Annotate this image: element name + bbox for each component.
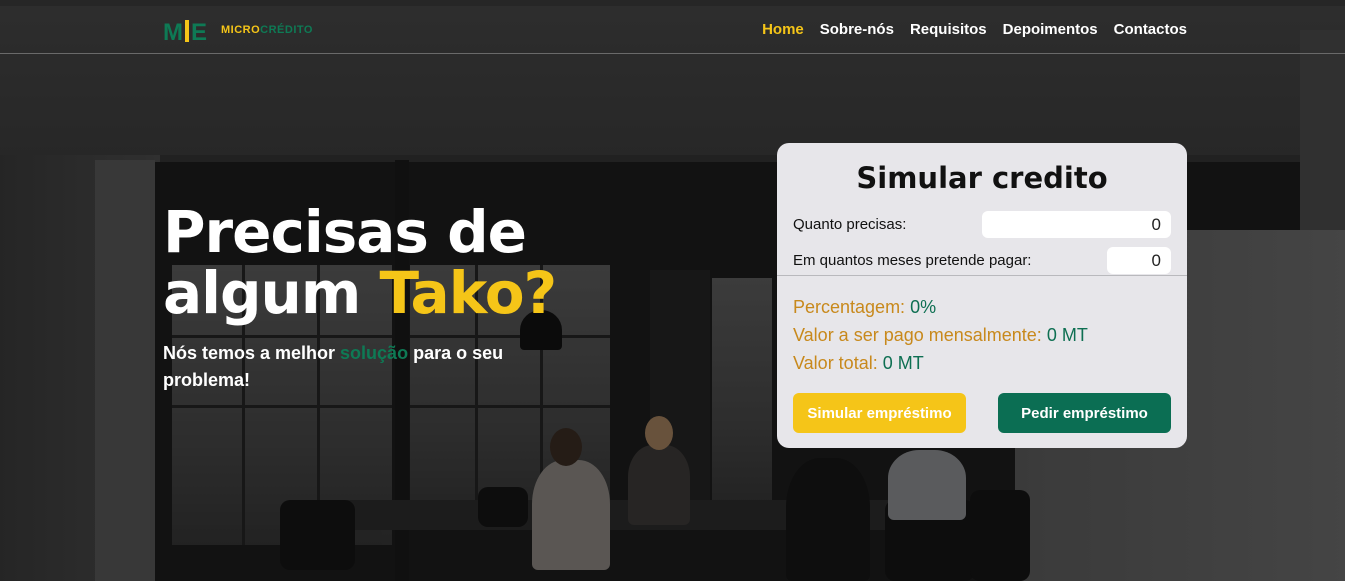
months-row: Em quantos meses pretende pagar: <box>793 247 1171 274</box>
top-strip <box>0 0 1345 6</box>
nav-requisitos[interactable]: Requisitos <box>910 21 987 38</box>
hero-title-line1: Precisas de <box>163 198 527 266</box>
hero-title: Precisas de algum Tako? <box>163 202 557 327</box>
hero-subtitle-highlight: solução <box>340 343 409 363</box>
logo-mark-m: M <box>163 19 183 46</box>
percentage-result: Percentagem: 0% <box>793 297 936 318</box>
simulator-divider <box>777 275 1187 276</box>
simulator-title: Simular credito <box>856 161 1108 195</box>
amount-input[interactable] <box>982 211 1171 238</box>
nav-sobre-nos[interactable]: Sobre-nós <box>820 21 894 38</box>
percentage-label: Percentagem: <box>793 297 911 317</box>
logo-mark-bar <box>185 20 189 42</box>
monthly-result: Valor a ser pago mensalmente: 0 MT <box>793 325 1088 346</box>
amount-row: Quanto precisas: <box>793 211 1171 238</box>
hero-title-line2: algum <box>163 259 380 327</box>
total-label: Valor total: <box>793 353 883 373</box>
monthly-label: Valor a ser pago mensalmente: <box>793 325 1047 345</box>
logo-text: MICROCRÉDITO <box>221 24 313 36</box>
nav-depoimentos[interactable]: Depoimentos <box>1003 21 1098 38</box>
logo-text-micro: MICRO <box>221 24 261 36</box>
hero-subtitle: Nós temos a melhor solução para o seu pr… <box>163 340 523 394</box>
months-label: Em quantos meses pretende pagar: <box>793 252 1032 269</box>
request-loan-button[interactable]: Pedir empréstimo <box>998 393 1171 433</box>
amount-label: Quanto precisas: <box>793 216 907 233</box>
monthly-value: 0 MT <box>1046 325 1088 345</box>
percentage-value: 0% <box>910 297 937 317</box>
total-result: Valor total: 0 MT <box>793 353 924 374</box>
navbar: M E MICROCRÉDITO Home Sobre-nós Requisit… <box>0 0 1345 54</box>
hero-title-highlight: Tako? <box>379 259 557 327</box>
months-input[interactable] <box>1107 247 1171 274</box>
logo[interactable]: M E MICROCRÉDITO <box>163 17 313 46</box>
simulate-loan-button[interactable]: Simular empréstimo <box>793 393 966 433</box>
navbar-divider <box>0 53 1345 54</box>
credit-simulator-card: Simular credito Quanto precisas: Em quan… <box>777 143 1187 448</box>
nav-contactos[interactable]: Contactos <box>1114 21 1187 38</box>
logo-text-credito: CRÉDITO <box>260 24 313 36</box>
logo-mark: M E <box>163 17 213 46</box>
logo-mark-e: E <box>191 19 208 46</box>
total-value: 0 MT <box>882 353 924 373</box>
hero-subtitle-start: Nós temos a melhor <box>163 343 341 363</box>
nav-home[interactable]: Home <box>762 21 804 38</box>
main-nav: Home Sobre-nós Requisitos Depoimentos Co… <box>762 21 1187 38</box>
